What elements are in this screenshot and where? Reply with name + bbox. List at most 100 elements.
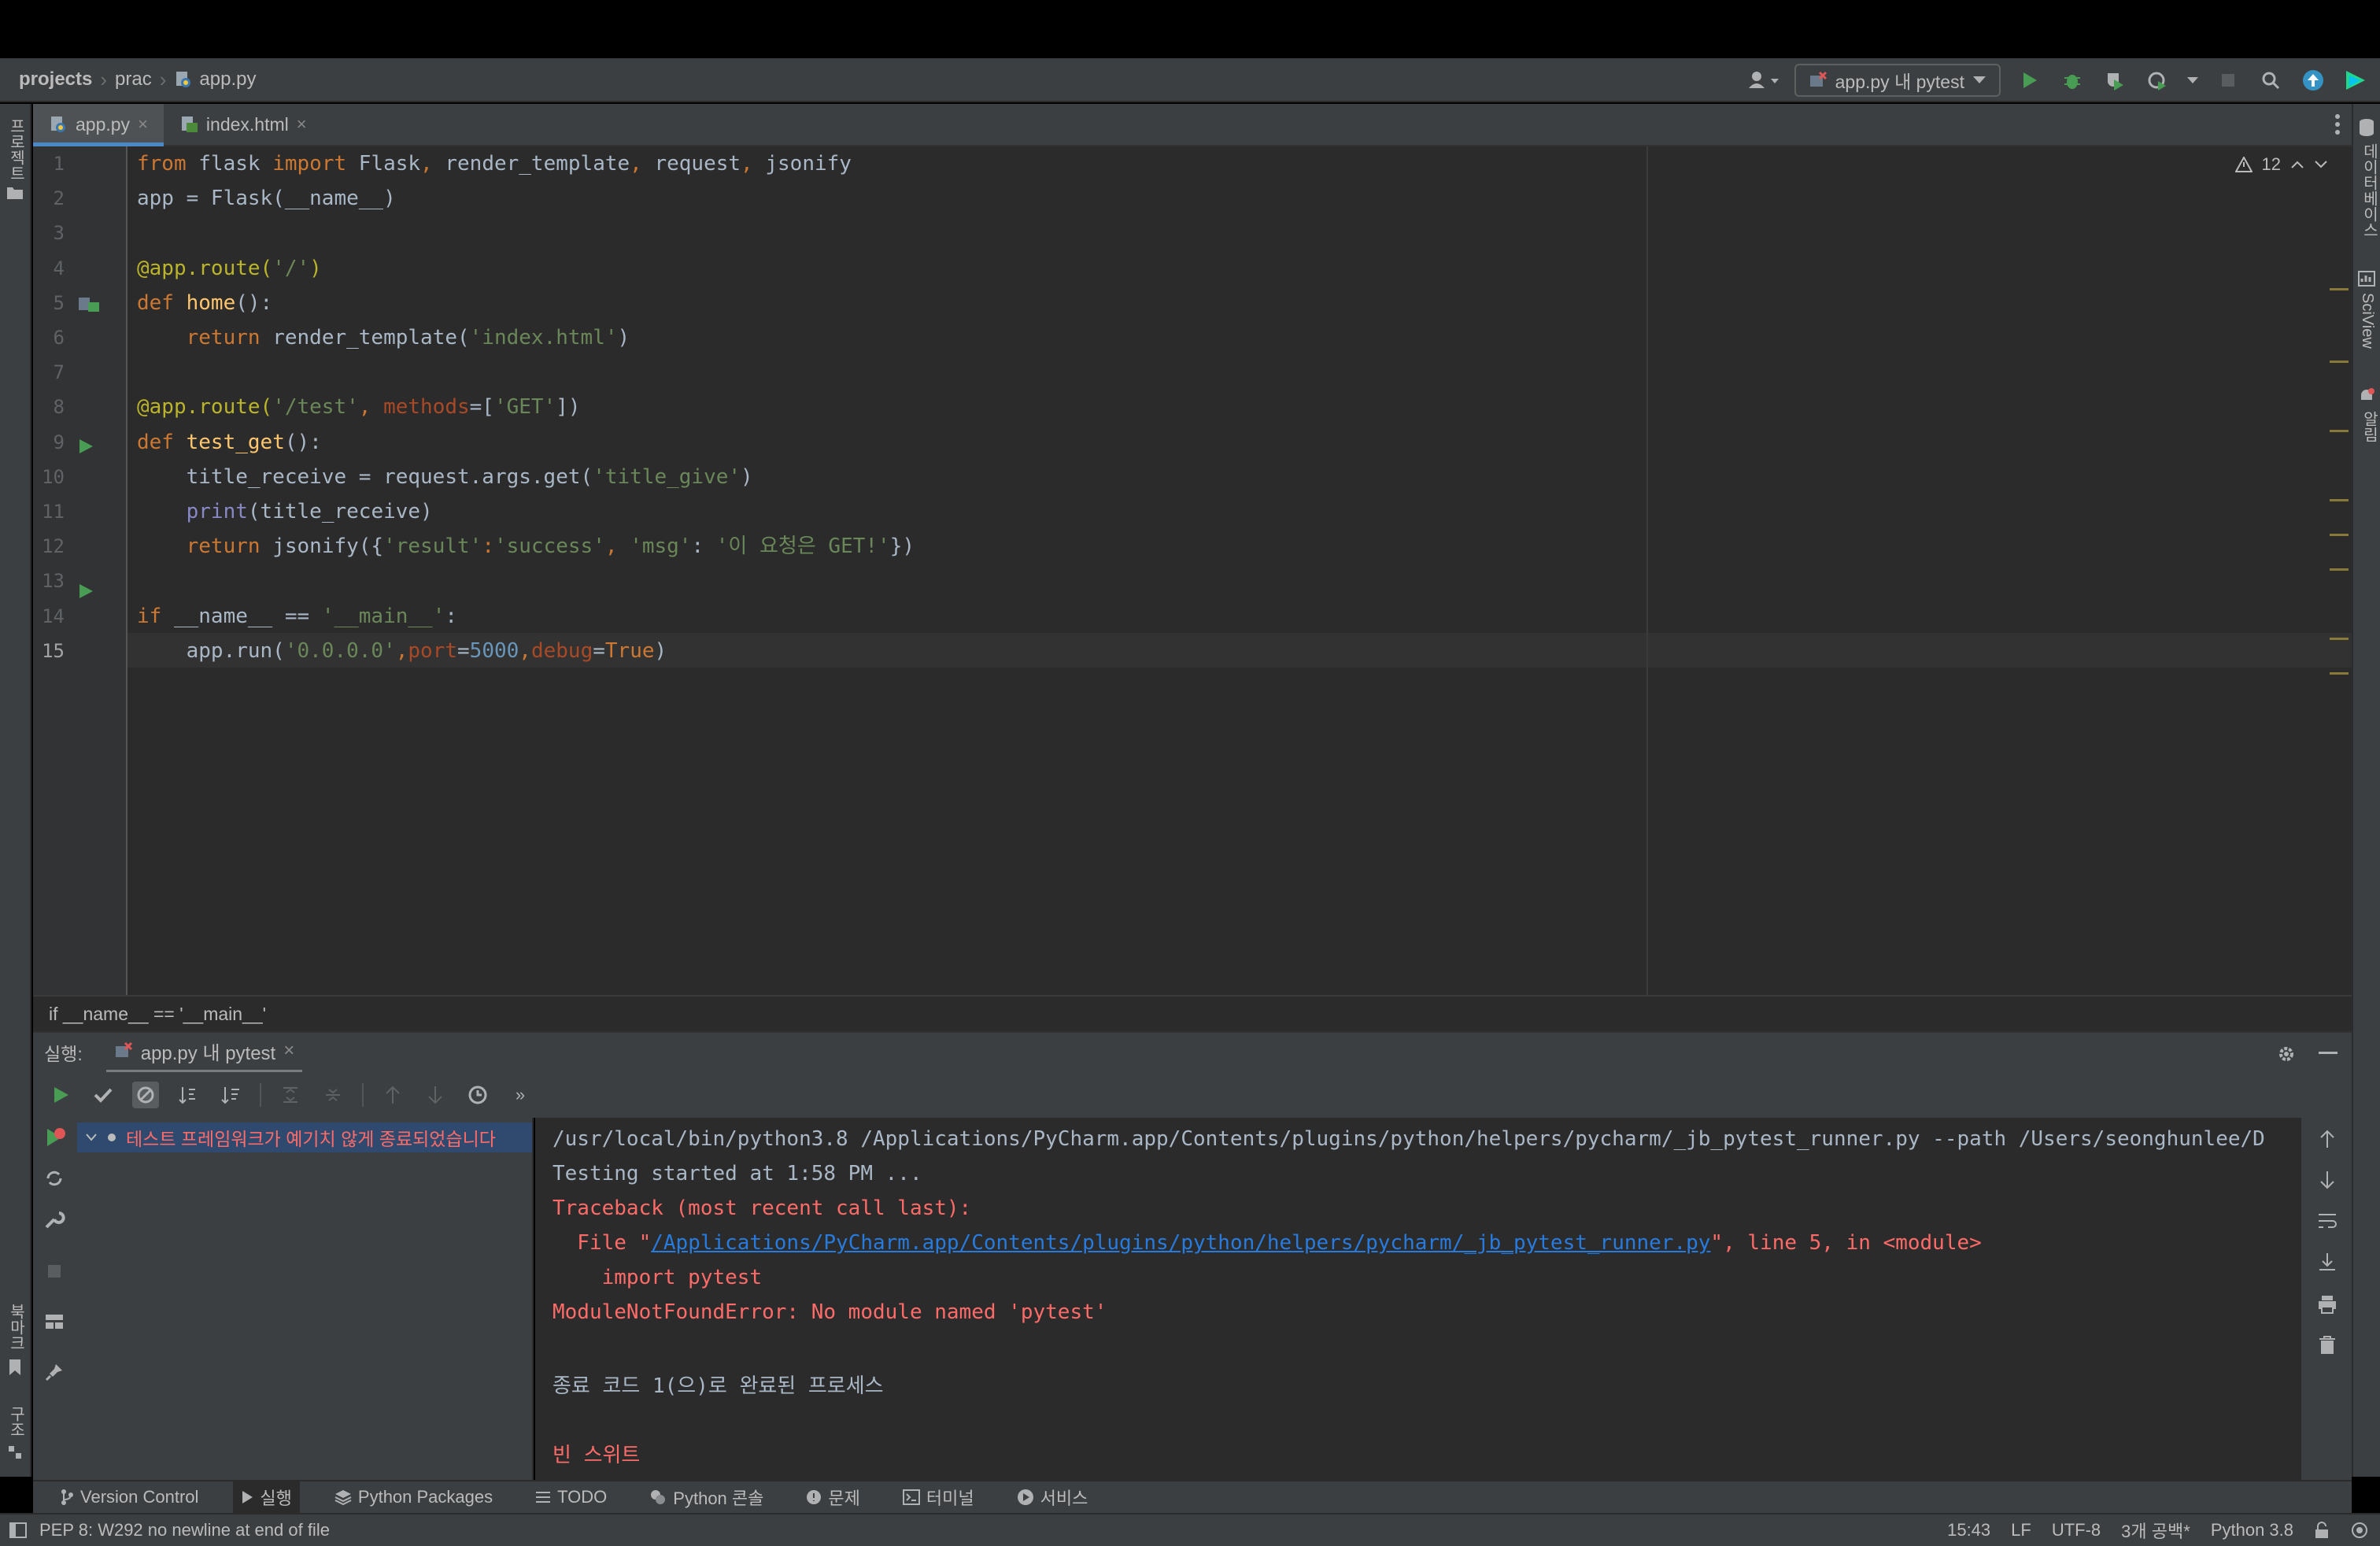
coverage-icon[interactable]	[2101, 67, 2128, 94]
toggle-auto-test-icon[interactable]	[41, 1165, 68, 1192]
close-icon[interactable]: ×	[283, 1040, 294, 1062]
tool-todo[interactable]: TODO	[527, 1484, 615, 1511]
tab-app-py[interactable]: app.py ×	[33, 104, 164, 146]
breadcrumb-app-py[interactable]: app.py	[199, 68, 256, 91]
minimize-icon[interactable]	[2319, 1052, 2338, 1055]
test-history-icon[interactable]	[464, 1082, 491, 1108]
layout-icon[interactable]	[41, 1308, 68, 1335]
sort-by-duration-icon[interactable]	[217, 1082, 244, 1108]
tab-run-pytest[interactable]: app.py 내 pytest ×	[105, 1032, 303, 1073]
search-icon[interactable]	[2257, 67, 2284, 94]
tool-problems[interactable]: 문제	[798, 1481, 867, 1513]
tool-terminal[interactable]: 터미널	[895, 1481, 982, 1513]
tool-python-packages[interactable]: Python Packages	[327, 1484, 501, 1511]
sort-alphabetically-icon[interactable]	[175, 1082, 201, 1108]
trash-icon[interactable]	[2314, 1332, 2341, 1359]
status-line-separator[interactable]: LF	[2011, 1520, 2031, 1540]
method-marker-icon[interactable]	[77, 293, 101, 315]
run-configuration-select[interactable]: app.py 내 pytest	[1794, 64, 2001, 97]
update-icon[interactable]	[2300, 67, 2326, 94]
wrench-icon[interactable]	[41, 1206, 68, 1233]
more-tabs-icon[interactable]	[2334, 113, 2341, 135]
code-token: })	[889, 534, 915, 559]
code-line: def test_get():	[137, 425, 322, 460]
status-message[interactable]: PEP 8: W292 no newline at end of file	[39, 1520, 330, 1540]
code-token: )	[654, 638, 667, 663]
console-empty-suite: 빈 스위트	[552, 1444, 641, 1467]
pin-icon[interactable]	[41, 1359, 68, 1385]
gear-icon[interactable]	[2276, 1044, 2297, 1064]
code-token: import	[272, 152, 347, 176]
chevron-down-icon[interactable]	[2314, 160, 2328, 169]
code-token: :	[691, 534, 716, 559]
code-line: @app.route('/test', methods=['GET'])	[137, 390, 581, 424]
code-editor[interactable]: 1 2 3 4 5 6 7 8 9 10 11 12 13 14 15 from flask import …	[33, 146, 2352, 995]
status-interpreter[interactable]: Python 3.8	[2211, 1520, 2293, 1540]
tool-run[interactable]: 실행	[233, 1481, 300, 1513]
test-tree-item[interactable]: 테스트 프레임워크가 예기치 않게 종료되었습니다	[77, 1123, 532, 1152]
print-icon[interactable]	[2314, 1291, 2341, 1318]
toggle-tool-windows-icon[interactable]	[9, 1522, 27, 1538]
expand-all-icon[interactable]	[277, 1082, 304, 1108]
close-icon[interactable]: ×	[138, 114, 148, 135]
tool-version-control[interactable]: Version Control	[52, 1484, 206, 1511]
previous-failed-icon[interactable]	[379, 1082, 406, 1108]
structure-tool-button[interactable]: 구조	[5, 1406, 28, 1437]
breadcrumb-prac[interactable]: prac	[115, 68, 152, 91]
more-actions-icon[interactable]: »	[507, 1082, 534, 1108]
account-icon[interactable]	[1747, 69, 1779, 91]
scroll-up-icon[interactable]	[2314, 1126, 2341, 1152]
collapse-all-icon[interactable]	[320, 1082, 346, 1108]
run-console[interactable]: /usr/local/bin/python3.8 /Applications/P…	[535, 1118, 2301, 1480]
sciview-tool-button[interactable]: SciView	[2358, 293, 2376, 349]
chevron-down-icon[interactable]	[85, 1133, 98, 1142]
jetbrains-logo-icon[interactable]	[2342, 67, 2369, 94]
error-stripe[interactable]	[2328, 146, 2352, 995]
rerun-icon[interactable]	[47, 1082, 74, 1108]
show-ignored-icon[interactable]	[132, 1082, 159, 1108]
lock-icon[interactable]	[2314, 1522, 2330, 1539]
tool-services[interactable]: 서비스	[1009, 1481, 1096, 1513]
inspection-widget[interactable]: 12	[2234, 154, 2328, 175]
code-token: app.run(	[137, 638, 285, 663]
more-run-options-icon[interactable]	[2186, 76, 2199, 84]
tab-index-html[interactable]: index.html ×	[164, 104, 323, 145]
tool-python-console[interactable]: Python 콘솔	[641, 1481, 771, 1513]
run-configuration-label: app.py 내 pytest	[1835, 72, 1964, 92]
warning-icon	[2234, 157, 2252, 172]
run-icon[interactable]	[2016, 67, 2043, 94]
run-main-gutter-icon[interactable]	[77, 583, 94, 600]
line-number: 5	[53, 291, 65, 314]
next-failed-icon[interactable]	[422, 1082, 449, 1108]
debug-icon[interactable]	[2059, 67, 2086, 94]
breadcrumb-projects[interactable]: projects	[19, 68, 92, 91]
notifications-tool-button[interactable]: 알림	[2358, 411, 2380, 442]
status-encoding[interactable]: UTF-8	[2052, 1520, 2101, 1540]
console-file-link[interactable]: /Applications/PyCharm.app/Contents/plugi…	[651, 1231, 1710, 1255]
rerun-failed-icon[interactable]	[41, 1124, 68, 1151]
scroll-down-icon[interactable]	[2314, 1167, 2341, 1193]
close-icon[interactable]: ×	[297, 114, 307, 135]
status-indent[interactable]: 3개 공백*	[2121, 1518, 2190, 1543]
database-tool-button[interactable]: 데이터베이스	[2358, 143, 2380, 238]
run-side-toolbar	[33, 1118, 77, 1480]
stop-icon[interactable]	[2215, 67, 2241, 94]
editor-tabs: app.py × index.html ×	[33, 104, 2352, 146]
editor-breadcrumb[interactable]: if __name__ == '__main__'	[33, 995, 2352, 1031]
show-passed-icon[interactable]	[90, 1082, 116, 1108]
code-token: =	[593, 638, 605, 663]
bookmarks-tool-button[interactable]: 북마크	[5, 1304, 28, 1351]
code-token: jsonify	[752, 152, 852, 176]
code-token: ,	[741, 152, 753, 176]
status-caret-position[interactable]: 15:43	[1947, 1520, 1990, 1540]
tool-label: 서비스	[1040, 1489, 1088, 1508]
profile-icon[interactable]	[2144, 67, 2171, 94]
scroll-to-end-icon[interactable]	[2314, 1248, 2341, 1275]
chevron-up-icon[interactable]	[2290, 160, 2304, 169]
memory-indicator-icon[interactable]	[2350, 1521, 2369, 1540]
project-tool-button[interactable]: 프로젝트	[5, 118, 28, 181]
soft-wrap-icon[interactable]	[2314, 1208, 2341, 1234]
run-test-gutter-icon[interactable]	[77, 438, 94, 455]
stop-icon[interactable]	[41, 1258, 68, 1285]
tool-label: 터미널	[926, 1489, 974, 1508]
